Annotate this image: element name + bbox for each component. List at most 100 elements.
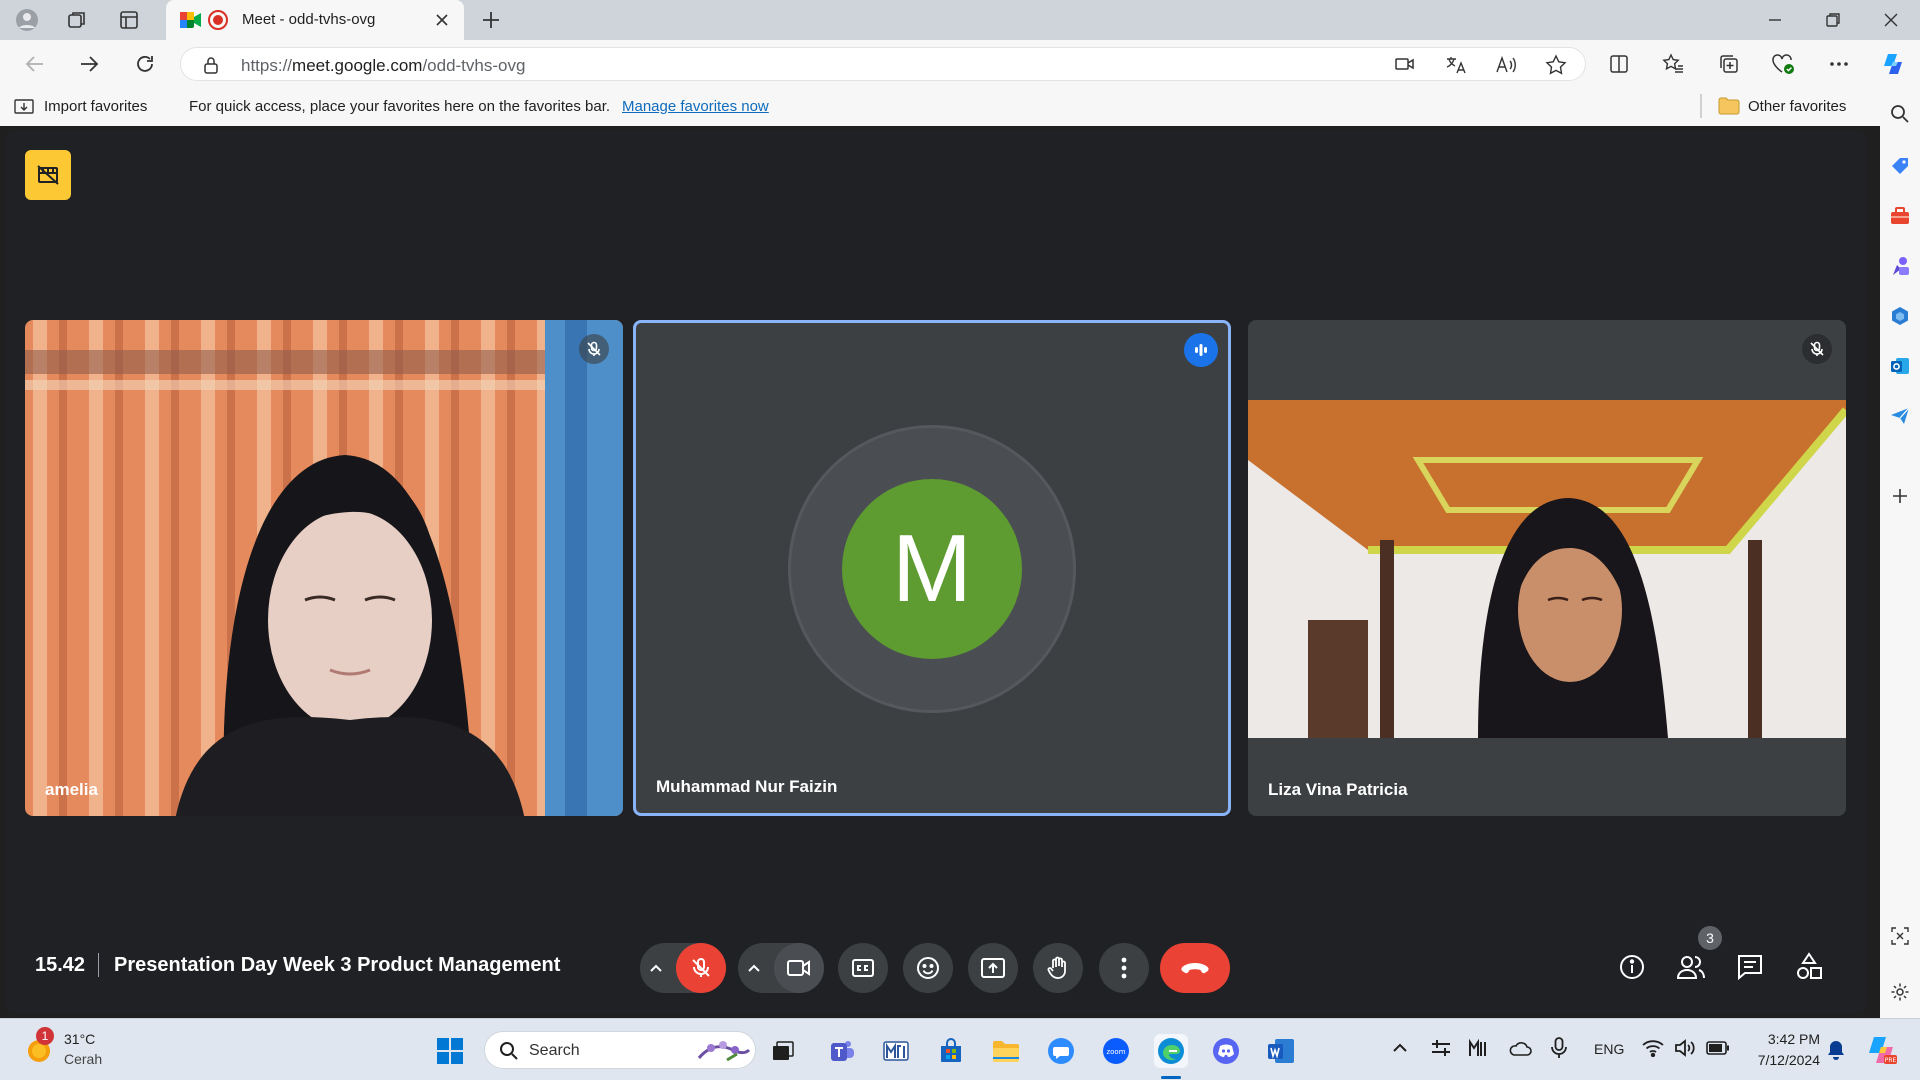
sidebar-shopping-icon[interactable]	[1882, 148, 1918, 184]
minimize-icon[interactable]	[1758, 3, 1792, 37]
new-tab-icon[interactable]	[474, 3, 508, 37]
meeting-title: Presentation Day Week 3 Product Manageme…	[114, 954, 561, 976]
manage-favorites-link[interactable]: Manage favorites now	[622, 98, 769, 115]
browser-essentials-icon[interactable]	[1766, 47, 1800, 81]
url-path: /odd-tvhs-ovg	[422, 56, 526, 75]
workspaces-icon[interactable]	[60, 3, 94, 37]
taskbar-search-box[interactable]: Search	[484, 1031, 756, 1069]
favorites-icon[interactable]	[1656, 47, 1690, 81]
copilot-taskbar-icon[interactable]: PRE	[1864, 1033, 1898, 1067]
raise-hand-button[interactable]	[1033, 943, 1083, 993]
favorite-star-icon[interactable]	[1545, 54, 1567, 76]
back-icon[interactable]	[18, 47, 52, 81]
microphone-off-button[interactable]	[676, 943, 726, 993]
hand-icon	[1047, 956, 1066, 979]
zoom-icon[interactable]: zoom	[1099, 1034, 1133, 1068]
recording-indicator-icon	[208, 10, 228, 30]
edge-browser-icon[interactable]	[1154, 1034, 1188, 1068]
clock-time[interactable]: 3:42 PM	[1756, 1031, 1820, 1047]
profile-icon[interactable]	[10, 3, 44, 37]
sidebar-outlook-icon[interactable]	[1882, 348, 1918, 384]
collections-icon[interactable]	[1712, 47, 1746, 81]
teams-icon[interactable]	[824, 1034, 858, 1068]
sidebar-send-icon[interactable]	[1882, 398, 1918, 434]
present-icon	[981, 958, 1005, 978]
weather-description[interactable]: Cerah	[64, 1051, 102, 1067]
notifications-bell-icon[interactable]	[1826, 1039, 1846, 1061]
url-text[interactable]: https://meet.google.com/odd-tvhs-ovg	[241, 56, 525, 76]
favorites-divider	[1700, 94, 1702, 118]
forward-icon[interactable]	[72, 47, 106, 81]
sidebar-games-icon[interactable]	[1882, 248, 1918, 284]
discord-icon[interactable]	[1209, 1034, 1243, 1068]
present-screen-button[interactable]	[968, 943, 1018, 993]
captions-icon	[852, 959, 874, 977]
microphone-tray-icon[interactable]	[1550, 1036, 1568, 1060]
copilot-icon[interactable]	[1876, 47, 1910, 81]
input-language[interactable]: ENG	[1594, 1041, 1624, 1057]
volume-icon[interactable]	[1674, 1039, 1696, 1057]
microsoft-store-icon[interactable]	[934, 1034, 968, 1068]
other-favorites-button[interactable]: Other favorites	[1748, 98, 1846, 115]
participant-tile[interactable]: amelia	[25, 320, 623, 816]
camera-in-use-icon[interactable]	[1395, 55, 1415, 73]
messaging-app-icon[interactable]	[1044, 1034, 1078, 1068]
import-favorites-button[interactable]: Import favorites	[44, 98, 147, 115]
sidebar-add-icon[interactable]	[1882, 478, 1918, 514]
active-app-indicator	[1161, 1076, 1181, 1079]
chat-icon[interactable]	[1736, 953, 1764, 981]
svg-text:PRE: PRE	[1885, 1057, 1897, 1064]
meeting-details-icon[interactable]	[1618, 953, 1646, 981]
battery-icon[interactable]	[1706, 1041, 1730, 1055]
sidebar-screenshot-icon[interactable]	[1882, 918, 1918, 954]
participant-tile-active-speaker[interactable]: M Muhammad Nur Faizin	[633, 320, 1231, 816]
show-hidden-icons-chevron-icon[interactable]	[1392, 1041, 1408, 1053]
refresh-icon[interactable]	[128, 47, 162, 81]
meet-stage: amelia M Muhammad Nur Faizin Liza Vina P…	[6, 130, 1866, 1014]
word-icon[interactable]	[1264, 1034, 1298, 1068]
weather-temperature[interactable]: 31°C	[64, 1031, 95, 1047]
captions-button[interactable]	[838, 943, 888, 993]
clock-date[interactable]: 7/12/2024	[1740, 1052, 1820, 1068]
participant-name: Liza Vina Patricia	[1268, 780, 1408, 799]
tray-app-icon[interactable]	[1430, 1038, 1452, 1058]
more-options-button[interactable]	[1099, 943, 1149, 993]
restore-icon[interactable]	[1816, 3, 1850, 37]
wifi-icon[interactable]	[1642, 1039, 1664, 1057]
search-highlight-icon	[697, 1036, 751, 1066]
tab-meet[interactable]: Meet - odd-tvhs-ovg	[166, 0, 464, 40]
start-menu-icon[interactable]	[433, 1034, 467, 1068]
onedrive-icon[interactable]	[1508, 1039, 1532, 1057]
lock-icon[interactable]	[203, 56, 219, 74]
close-window-icon[interactable]	[1874, 3, 1908, 37]
video-control-group	[738, 943, 824, 993]
translate-icon[interactable]	[1445, 55, 1467, 75]
file-explorer-icon[interactable]	[989, 1034, 1023, 1068]
more-menu-icon[interactable]	[1822, 47, 1856, 81]
vertical-tabs-icon[interactable]	[112, 3, 146, 37]
url-scheme: https://	[241, 56, 293, 75]
sidebar-settings-icon[interactable]	[1882, 974, 1918, 1010]
task-view-icon[interactable]	[766, 1034, 800, 1068]
people-icon[interactable]	[1676, 953, 1706, 981]
split-screen-icon[interactable]	[1602, 47, 1636, 81]
sidebar-search-icon[interactable]	[1882, 96, 1918, 132]
audio-options-chevron-icon[interactable]	[640, 963, 672, 973]
import-favorites-icon	[14, 98, 34, 116]
leave-call-button[interactable]	[1160, 943, 1230, 993]
video-options-chevron-icon[interactable]	[738, 963, 770, 973]
reactions-button[interactable]	[903, 943, 953, 993]
read-aloud-icon[interactable]	[1495, 55, 1517, 75]
camera-button[interactable]	[774, 943, 824, 993]
sidebar-microsoft365-icon[interactable]	[1882, 298, 1918, 334]
sidebar-tools-icon[interactable]	[1882, 198, 1918, 234]
more-vert-icon	[1121, 957, 1127, 979]
address-bar[interactable]: https://meet.google.com/odd-tvhs-ovg	[180, 47, 1586, 81]
close-tab-icon[interactable]	[434, 12, 450, 28]
tray-mail-icon[interactable]	[1468, 1038, 1490, 1058]
speaking-indicator-icon	[1184, 333, 1218, 367]
participant-tile[interactable]: Liza Vina Patricia	[1248, 320, 1846, 816]
gmail-app-icon[interactable]	[879, 1034, 913, 1068]
recording-status-icon[interactable]	[25, 150, 71, 200]
activities-icon[interactable]	[1794, 951, 1824, 981]
